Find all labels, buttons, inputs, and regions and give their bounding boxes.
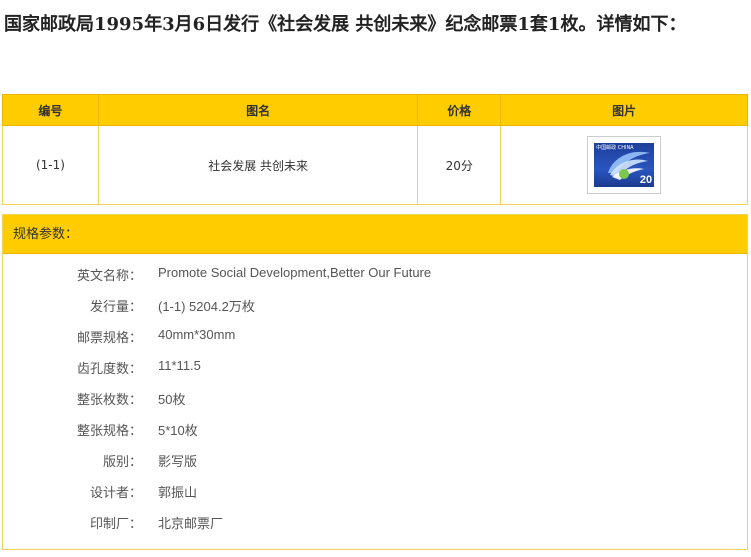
spec-value: 5*10枚 [158, 423, 198, 438]
spec-label: 设计者： [89, 486, 142, 501]
spec-label: 整张枚数： [76, 393, 142, 408]
stamp-image[interactable]: 中国邮政 CHINA 20 [588, 137, 661, 193]
spec-value: 11*11.5 [158, 358, 201, 373]
table-header-row: 编号 图名 价格 图片 [2, 94, 748, 126]
table-row: (1-1) 社会发展 共创未来 20分 中国邮政 CHINA 20 [2, 125, 748, 205]
cell-name: 社会发展 共创未来 [97, 125, 419, 205]
spec-label: 整张规格： [76, 424, 142, 439]
stamp-value-text: 20 [639, 174, 653, 186]
spec-label: 印制厂： [89, 517, 142, 532]
spec-row-printing: 版别： 影写版 [3, 451, 747, 482]
spec-value: 50枚 [158, 392, 186, 407]
spec-value: Promote Social Development,Better Our Fu… [158, 265, 432, 280]
spec-row-english-name: 英文名称： Promote Social Development,Better … [3, 265, 747, 296]
spec-value: (1-1) 5204.2万枚 [158, 299, 255, 314]
spec-panel: 规格参数： 英文名称： Promote Social Development,B… [2, 214, 748, 550]
header-number: 编号 [2, 94, 99, 126]
spec-row-designer: 设计者： 郭振山 [3, 482, 747, 513]
header-price: 价格 [417, 94, 502, 126]
spec-label: 齿孔度数： [76, 362, 142, 377]
header-name: 图名 [97, 94, 419, 126]
cell-price: 20分 [417, 125, 502, 205]
spec-label: 发行量： [89, 300, 142, 315]
cell-number: (1-1) [2, 125, 99, 205]
spec-value: 北京邮票厂 [158, 516, 224, 531]
spec-label: 邮票规格： [76, 331, 142, 346]
spec-value: 40mm*30mm [158, 327, 236, 342]
spec-row-printer: 印制厂： 北京邮票厂 [3, 513, 747, 544]
spec-row-sheet-layout: 整张规格： 5*10枚 [3, 420, 747, 451]
cell-image: 中国邮政 CHINA 20 [500, 125, 748, 205]
spec-row-sheet-count: 整张枚数： 50枚 [3, 389, 747, 420]
stamp-table: 编号 图名 价格 图片 (1-1) 社会发展 共创未来 20分 中国邮政 CHI… [2, 94, 748, 205]
spec-header: 规格参数： [3, 215, 747, 254]
spec-row-perforation: 齿孔度数： 11*11.5 [3, 358, 747, 389]
spec-value: 郭振山 [158, 485, 198, 500]
intro-text: 国家邮政局1995年3月6日发行《社会发展 共创未来》纪念邮票1套1枚。详情如下… [4, 14, 687, 35]
spec-row-size: 邮票规格： 40mm*30mm [3, 327, 747, 358]
spec-value: 影写版 [158, 454, 198, 469]
stamp-artwork: 中国邮政 CHINA 20 [594, 143, 655, 187]
spec-label: 英文名称： [76, 269, 142, 284]
stamp-country-text: 中国邮政 CHINA [596, 145, 634, 151]
spec-row-circulation: 发行量： (1-1) 5204.2万枚 [3, 296, 747, 327]
spec-label: 版别： [102, 455, 142, 470]
header-image: 图片 [500, 94, 748, 126]
